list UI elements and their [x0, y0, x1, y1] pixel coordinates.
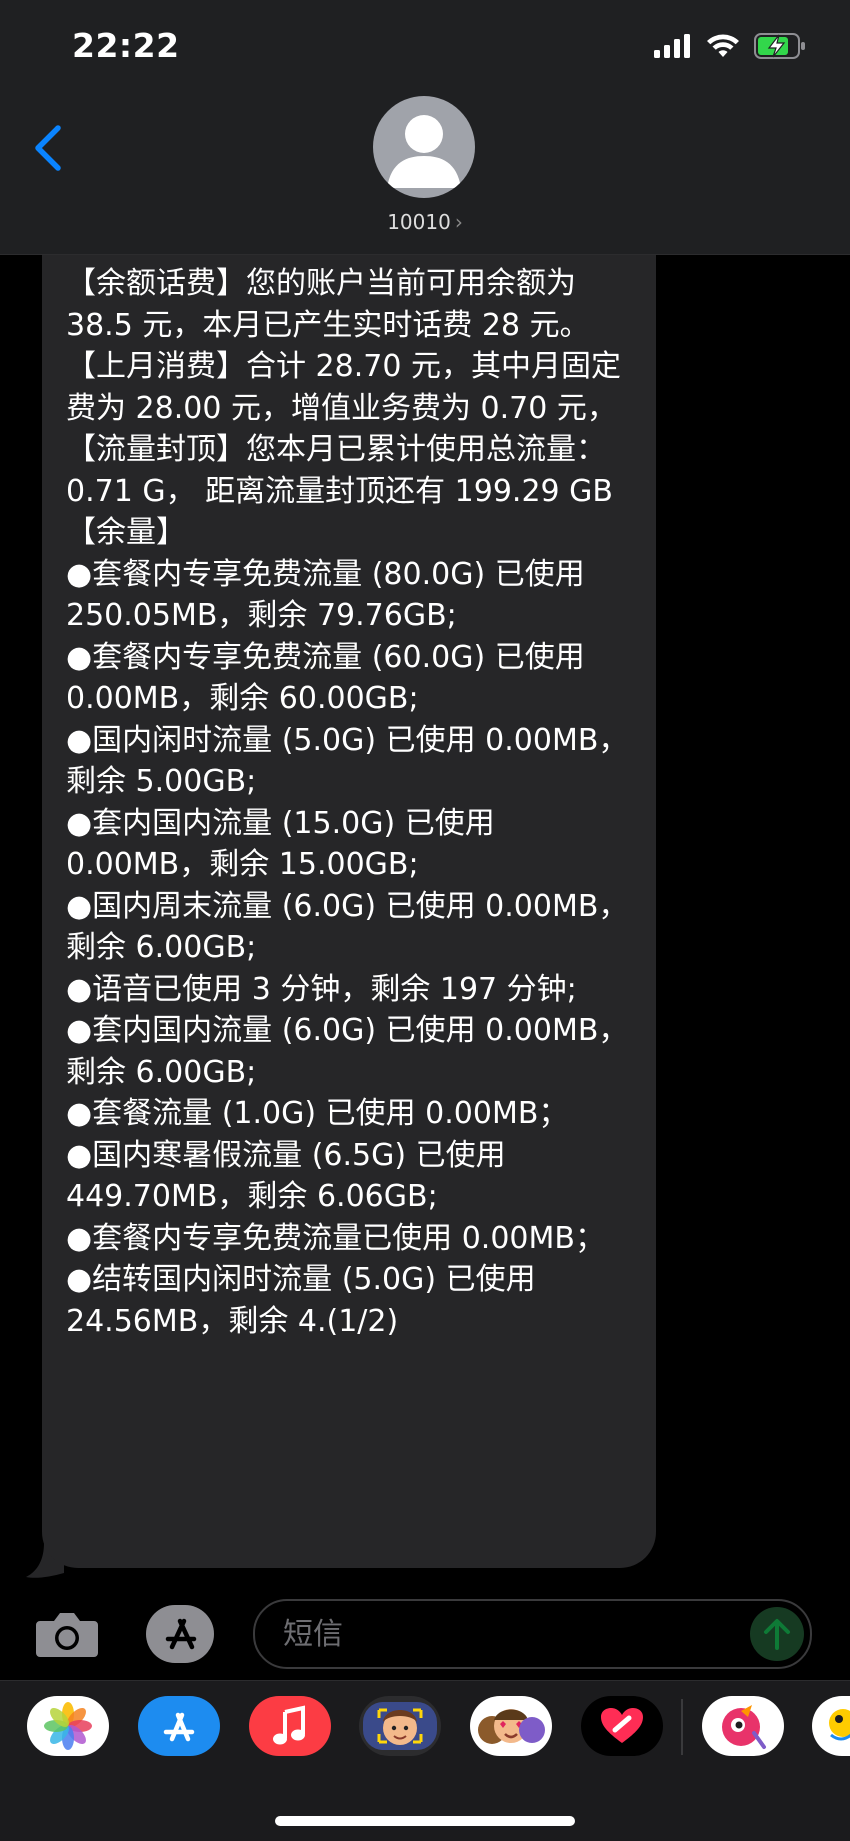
back-chevron-icon[interactable]: [28, 122, 68, 174]
memoji-icon[interactable]: [359, 1696, 441, 1756]
battery-charging-icon: [754, 33, 805, 59]
message-text: 【余额话费】您的账户当前可用余额为 38.5 元，本月已产生实时话费 28 元。…: [66, 263, 646, 1342]
message-thread[interactable]: 【余额话费】您的账户当前可用余额为 38.5 元，本月已产生实时话费 28 元。…: [0, 255, 850, 1595]
status-icons: [654, 30, 806, 62]
contact-name-button[interactable]: 10010 ›: [0, 210, 850, 234]
message-line: ●语音已使用 3 分钟，剩余 197 分钟;: [66, 971, 577, 1007]
message-line: ●套餐内专享免费流量已使用 0.00MB；: [66, 1220, 605, 1256]
conversation-header: 22:22 10010 ›: [0, 0, 850, 255]
app-store-icon[interactable]: [138, 1696, 220, 1756]
partial-app-icon[interactable]: [812, 1696, 850, 1756]
message-input-field[interactable]: [253, 1599, 812, 1669]
message-line: 【余额话费】您的账户当前可用余额为 38.5 元，本月已产生实时话费 28 元。: [66, 266, 590, 343]
compose-bar: [0, 1595, 850, 1675]
message-line: 【余量】: [66, 515, 186, 550]
music-icon[interactable]: [249, 1696, 331, 1756]
message-line: ●国内周末流量 (6.0G) 已使用 0.00MB，剩余 6.00GB;: [66, 888, 629, 966]
message-line: ●国内寒暑假流量 (6.5G) 已使用 449.70MB，剩余 6.06GB;: [66, 1137, 506, 1215]
digital-touch-icon[interactable]: [581, 1696, 663, 1756]
message-line: ●结转国内闲时流量 (5.0G) 已使用 24.56MB，剩余 4.(1/2): [66, 1262, 536, 1339]
message-line: ●国内闲时流量 (5.0G) 已使用 0.00MB，剩余 5.00GB;: [66, 722, 629, 800]
contact-detail-arrow-icon: ›: [454, 210, 463, 234]
person-silhouette-icon: [387, 115, 461, 188]
drawer-divider: [681, 1699, 683, 1755]
apps-button-icon[interactable]: [144, 1603, 216, 1665]
message-input[interactable]: [281, 1611, 725, 1657]
wifi-icon: [707, 34, 739, 57]
cellular-signal-icon: [654, 34, 690, 58]
message-line: 【上月消费】合计 28.70 元，其中月固定费为 28.00 元，增值业务费为 …: [66, 349, 621, 426]
camera-icon[interactable]: [34, 1607, 100, 1661]
contact-name: 10010: [387, 210, 451, 234]
status-time: 22:22: [72, 26, 180, 65]
send-button[interactable]: [750, 1607, 804, 1661]
message-line: ●套内国内流量 (15.0G) 已使用 0.00MB，剩余 15.00GB;: [66, 805, 495, 883]
photos-icon[interactable]: [27, 1696, 109, 1756]
third-party-app-icon[interactable]: [702, 1696, 784, 1756]
animoji-icon[interactable]: [470, 1696, 552, 1756]
message-line: 【流量封顶】您本月已累计使用总流量：0.71 G， 距离流量封顶还有 199.2…: [66, 432, 613, 509]
message-line: ●套餐流量 (1.0G) 已使用 0.00MB；: [66, 1096, 569, 1131]
contact-avatar[interactable]: [373, 96, 475, 198]
home-indicator[interactable]: [275, 1816, 575, 1826]
arrow-up-icon: [764, 1619, 790, 1650]
message-line: ●套内国内流量 (6.0G) 已使用 0.00MB，剩余 6.00GB;: [66, 1013, 629, 1090]
message-line: ●套餐内专享免费流量 (80.0G) 已使用 250.05MB，剩余 79.76…: [66, 556, 585, 634]
message-line: ●套餐内专享免费流量 (60.0G) 已使用 0.00MB，剩余 60.00GB…: [66, 639, 585, 717]
